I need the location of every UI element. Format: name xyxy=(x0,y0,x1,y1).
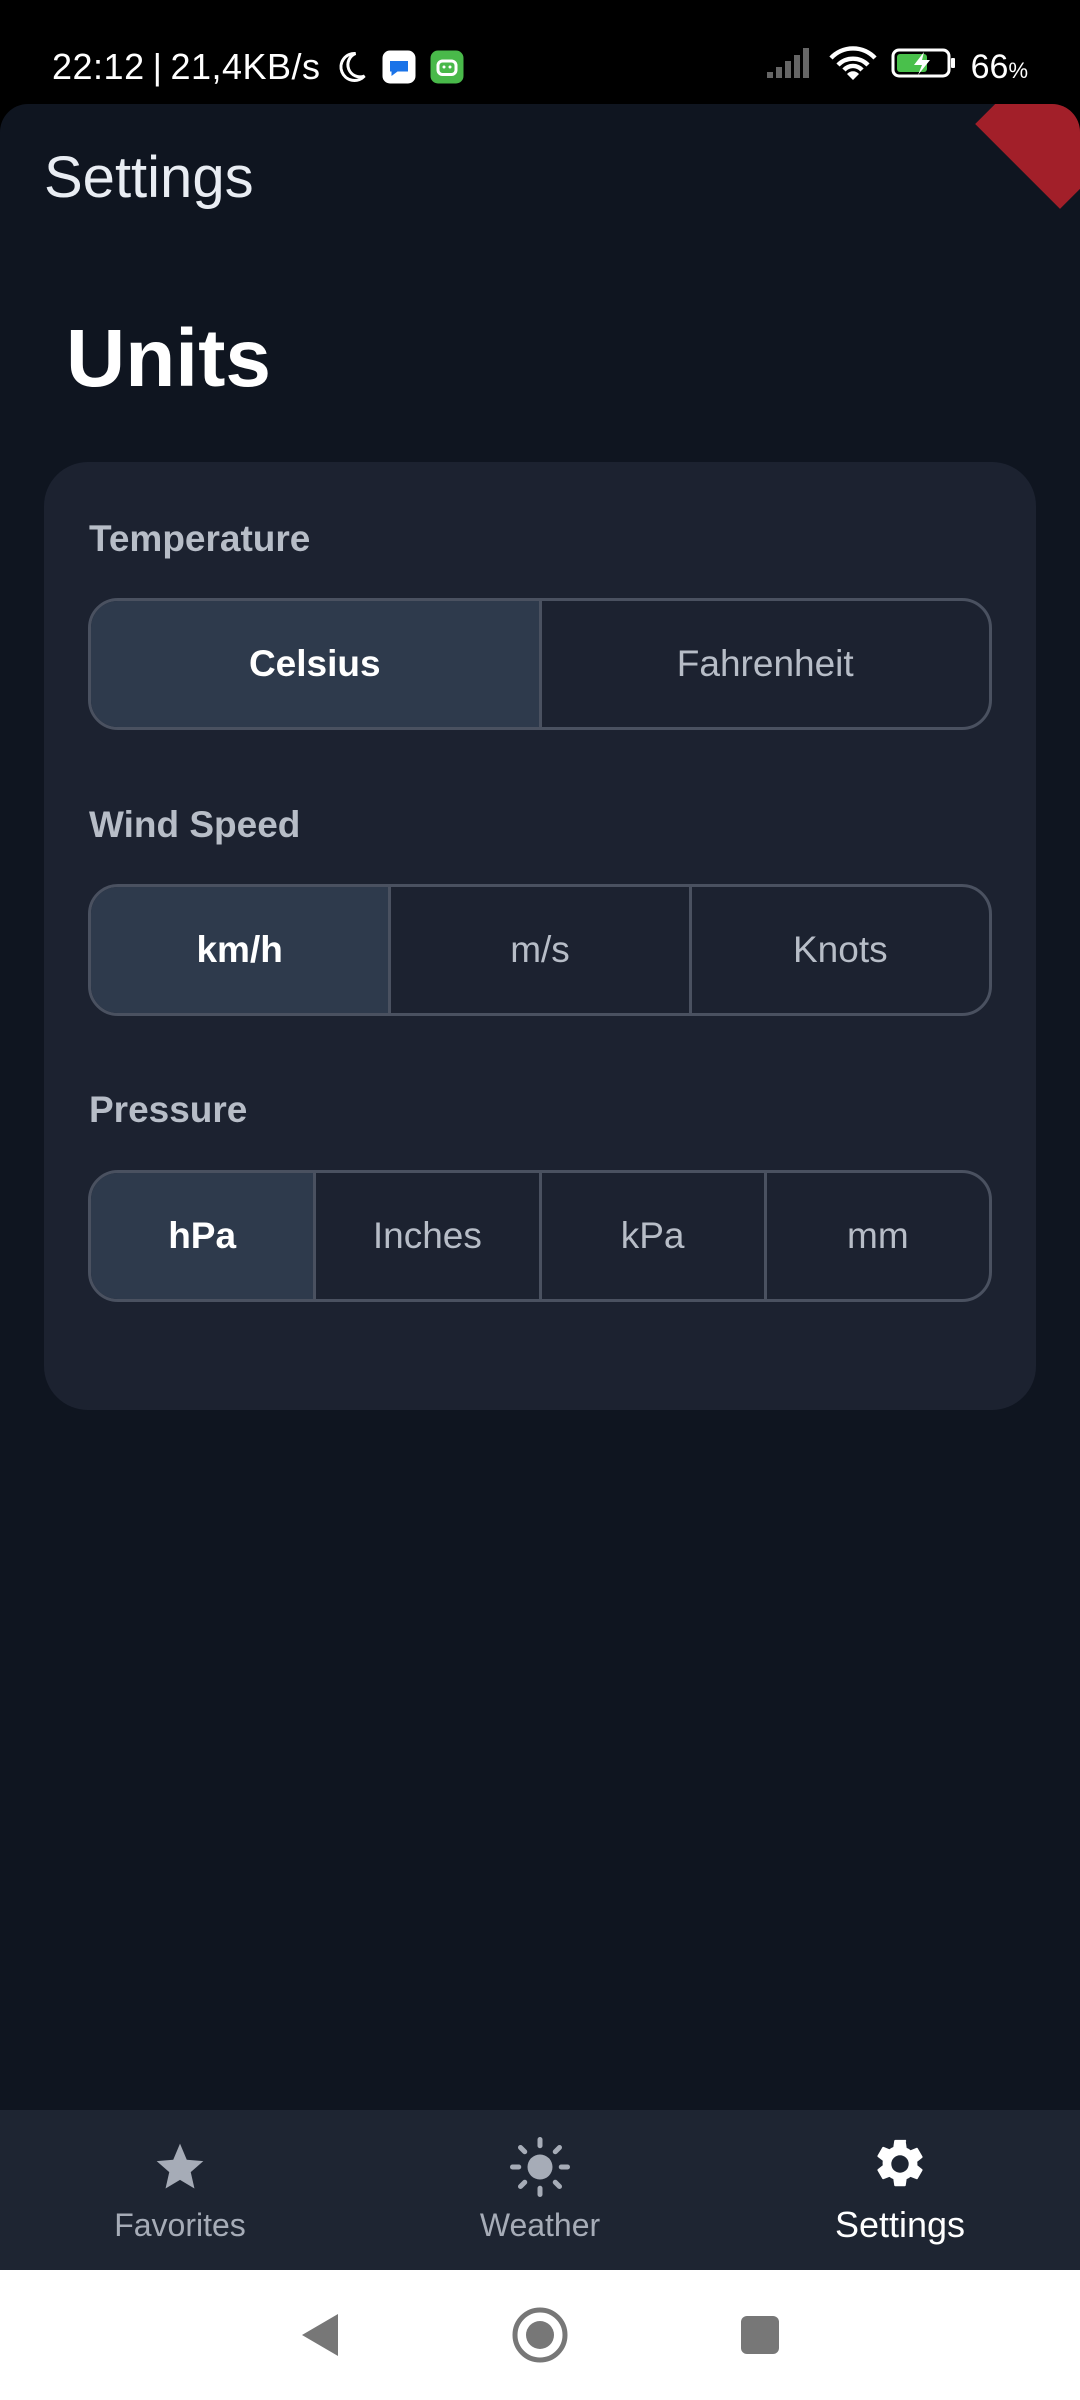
gear-icon xyxy=(870,2134,930,2194)
option-knots[interactable]: Knots xyxy=(688,887,989,1013)
option-hpa[interactable]: hPa xyxy=(91,1173,314,1299)
nav-weather-label: Weather xyxy=(479,2206,601,2243)
option-celsius[interactable]: Celsius xyxy=(91,601,539,727)
network-speed: 21,4KB/s xyxy=(170,46,321,87)
option-inches[interactable]: Inches xyxy=(313,1173,538,1299)
back-triangle-icon xyxy=(302,2314,338,2356)
battery-icon xyxy=(891,46,957,89)
app-screen: Settings Units Temperature Celsius Fahre… xyxy=(0,104,1080,2110)
android-app-icon xyxy=(429,49,465,85)
status-left: 22:12 | 21,4KB/s xyxy=(52,42,465,92)
wifi-icon xyxy=(828,44,877,91)
wind-speed-label: Wind Speed xyxy=(89,804,301,845)
section-title: Units xyxy=(66,313,271,404)
nav-favorites[interactable]: Favorites xyxy=(0,2110,360,2270)
system-navigation xyxy=(0,2270,1080,2400)
sun-icon xyxy=(510,2136,570,2197)
nav-settings-label: Settings xyxy=(834,2204,966,2245)
chat-app-icon xyxy=(381,49,417,85)
status-bar: 22:12 | 21,4KB/s 66% xyxy=(0,0,1080,120)
option-fahrenheit[interactable]: Fahrenheit xyxy=(538,601,990,727)
option-kmh[interactable]: km/h xyxy=(91,887,389,1013)
debug-ribbon xyxy=(975,104,1080,209)
temperature-selector: Celsius Fahrenheit xyxy=(88,598,992,730)
battery-percent: 66% xyxy=(970,47,1028,86)
star-icon xyxy=(150,2137,210,2197)
nav-favorites-label: Favorites xyxy=(114,2206,246,2243)
pressure-selector: hPa Inches kPa mm xyxy=(88,1170,992,1302)
option-ms[interactable]: m/s xyxy=(388,887,688,1013)
units-card: Temperature Celsius Fahrenheit Wind Spee… xyxy=(44,462,1036,1410)
option-mm[interactable]: mm xyxy=(763,1173,989,1299)
home-circle-icon xyxy=(512,2307,568,2363)
status-right: 66% xyxy=(751,42,1028,92)
status-separator: | xyxy=(152,46,163,87)
home-button[interactable] xyxy=(470,2290,610,2380)
option-kpa[interactable]: kPa xyxy=(538,1173,764,1299)
back-button[interactable] xyxy=(250,2290,390,2380)
moon-icon xyxy=(333,49,369,85)
signal-icon xyxy=(765,46,815,89)
status-time: 22:12 xyxy=(52,46,145,87)
page-title: Settings xyxy=(44,145,254,210)
nav-settings[interactable]: Settings xyxy=(720,2110,1080,2270)
recents-square-icon xyxy=(741,2316,779,2354)
temperature-label: Temperature xyxy=(89,518,311,559)
recents-button[interactable] xyxy=(690,2290,830,2380)
bottom-navigation: Favorites Weather Settings xyxy=(0,2110,1080,2270)
nav-weather[interactable]: Weather xyxy=(360,2110,720,2270)
wind-speed-selector: km/h m/s Knots xyxy=(88,884,992,1016)
pressure-label: Pressure xyxy=(89,1089,248,1130)
